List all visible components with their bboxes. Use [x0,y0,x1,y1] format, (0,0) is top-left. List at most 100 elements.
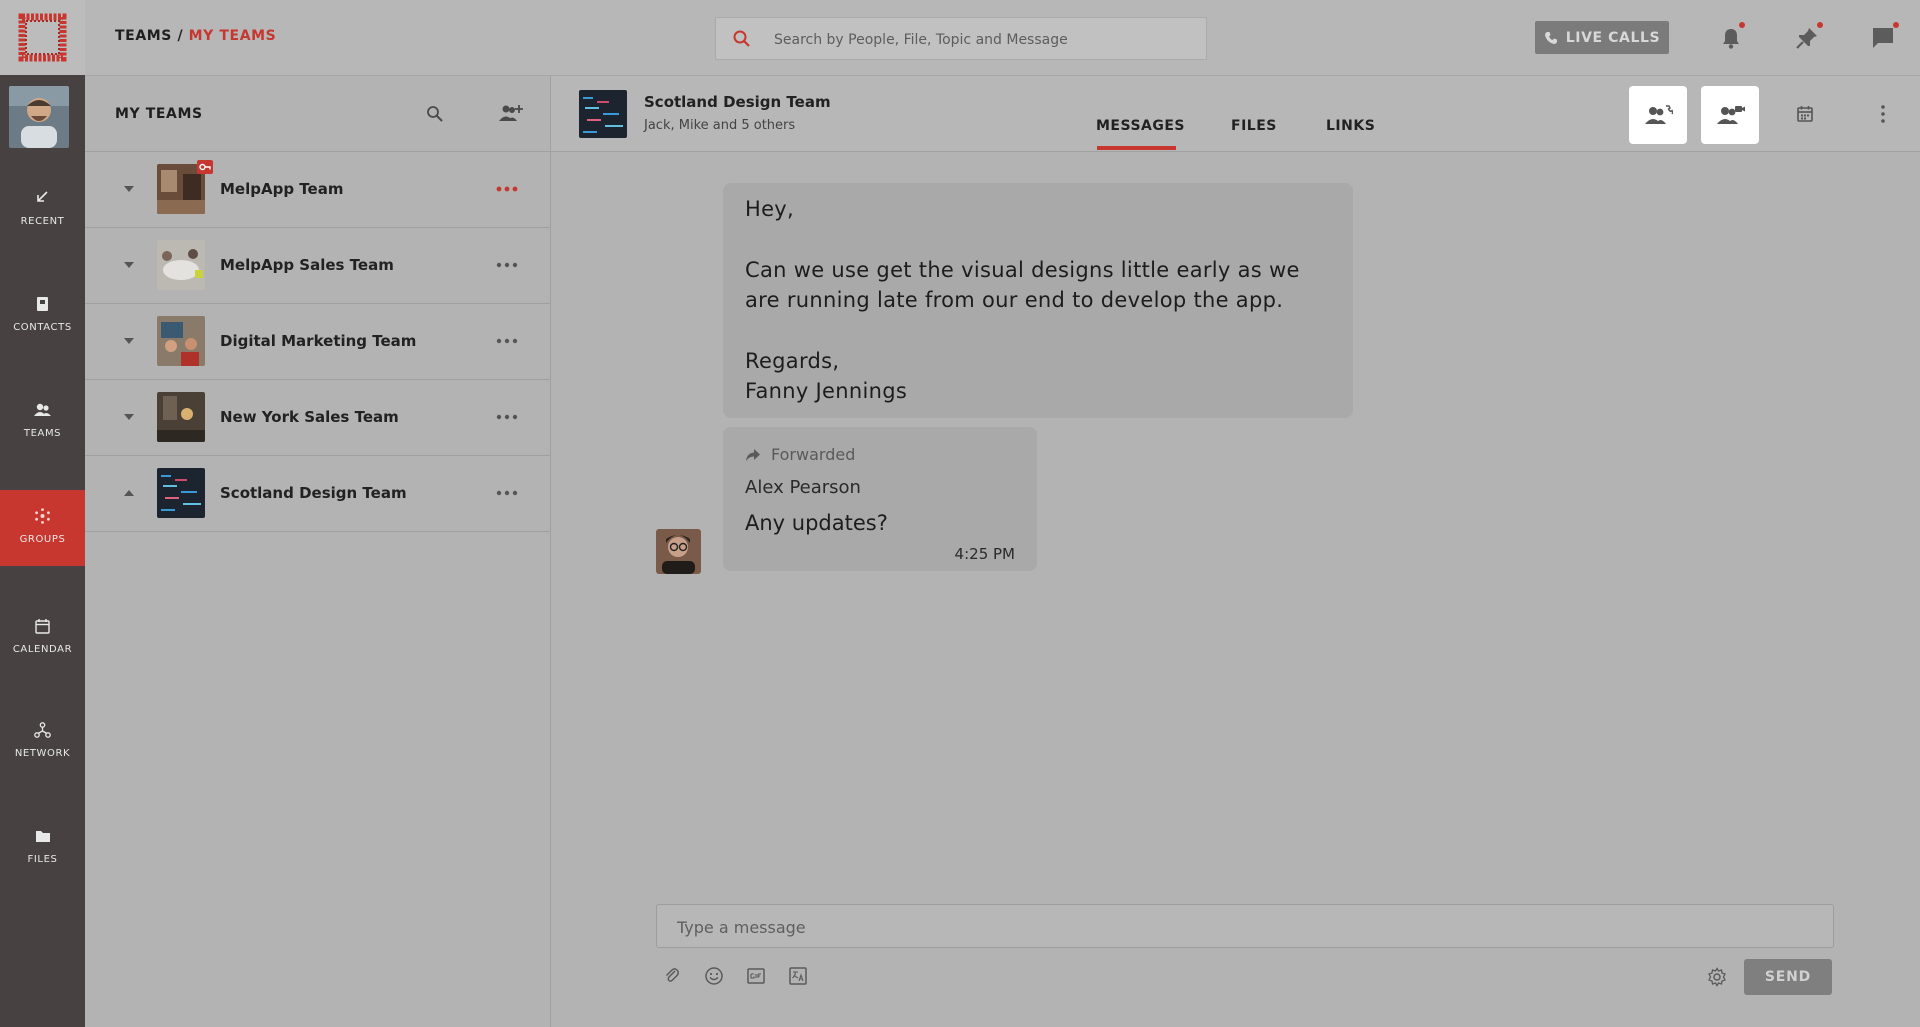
pins-dot [1817,22,1823,28]
team-name: MelpApp Team [220,180,344,198]
attachment-icon[interactable] [662,966,682,986]
send-button[interactable]: SEND [1744,959,1832,995]
chevron-down-icon[interactable] [123,260,135,270]
network-icon [34,722,51,738]
nav-files-label: FILES [27,854,58,865]
team-thumbnail [157,316,205,366]
teams-icon [34,403,51,416]
audio-call-button[interactable] [1629,86,1687,144]
recent-icon [37,191,48,202]
message-line: Can we use get the visual designs little… [745,258,1300,282]
more-options-icon[interactable] [495,180,519,198]
logo-icon [18,13,67,62]
chevron-up-icon[interactable] [123,488,135,498]
active-tab-indicator [1097,146,1176,150]
phone-icon [1544,31,1557,44]
chevron-down-icon[interactable] [123,336,135,346]
nav-teams[interactable]: TEAMS [0,384,85,460]
group-call-icon [1645,105,1673,124]
group-video-icon [1717,106,1745,124]
nav-recent-label: RECENT [20,216,65,227]
kebab-menu-icon[interactable] [1880,104,1886,124]
message-text: Any updates? [745,511,888,535]
emoji-icon[interactable] [704,966,724,986]
tab-messages[interactable]: MESSAGES [1096,118,1185,134]
team-name: Digital Marketing Team [220,332,417,350]
team-row-melpapp-sales-team[interactable]: MelpApp Sales Team [85,228,550,304]
message-author: Alex Pearson [745,477,861,498]
team-row-melpapp-team[interactable]: MelpApp Team [85,152,550,228]
video-call-button[interactable] [1701,86,1759,144]
more-options-icon[interactable] [495,484,519,502]
conversation-members[interactable]: Jack, Mike and 5 others [644,118,795,133]
chevron-down-icon[interactable] [123,412,135,422]
nav-network-label: NETWORK [14,748,71,759]
nav-files[interactable]: FILES [0,810,85,886]
team-row-digital-marketing-team[interactable]: Digital Marketing Team [85,304,550,380]
team-thumbnail [157,392,205,442]
files-icon [36,831,50,842]
translate-icon[interactable] [788,966,808,986]
search-bar[interactable] [715,17,1207,61]
add-team-icon[interactable] [497,103,525,123]
message-line: Fanny Jennings [745,379,908,403]
nav-calendar[interactable]: CALENDAR [0,600,85,676]
gif-icon[interactable] [746,966,766,986]
schedule-calendar-icon[interactable] [1796,105,1814,123]
tab-files[interactable]: FILES [1231,118,1277,134]
live-calls-button[interactable]: LIVE CALLS [1535,21,1669,54]
more-options-icon[interactable] [495,256,519,274]
pins-button[interactable] [1794,22,1823,51]
team-name: MelpApp Sales Team [220,256,394,274]
nav-groups-label: GROUPS [19,534,66,545]
bell-icon [1723,29,1739,49]
conversation-header: Scotland Design Team Jack, Mike and 5 ot… [551,76,1920,152]
breadcrumb: TEAMS / MY TEAMS [115,28,276,44]
breadcrumb-root[interactable]: TEAMS [115,28,172,44]
tab-links[interactable]: LINKS [1326,118,1375,134]
team-thumbnail [157,468,205,518]
message-bubble[interactable]: Hey, Can we use get the visual designs l… [723,183,1353,418]
notifications-button[interactable] [1718,22,1745,51]
message-line: Hey, [745,197,795,221]
forwarded-indicator: Forwarded [745,445,855,464]
left-navigation: RECENT CONTACTS TEAMS GROUPS CALENDAR NE… [0,0,85,1027]
message-line: are running late from our end to develop… [745,288,1284,312]
nav-network[interactable]: NETWORK [0,704,85,780]
app-logo[interactable] [0,0,85,75]
user-avatar[interactable] [9,86,69,148]
breadcrumb-separator: / [171,28,189,44]
contacts-icon [37,297,48,311]
teams-panel-title: MY TEAMS [115,106,203,122]
more-options-icon[interactable] [495,408,519,426]
message-line: Regards, [745,349,840,373]
chevron-down-icon[interactable] [123,184,135,194]
groups-icon [35,508,50,524]
breadcrumb-current: MY TEAMS [188,28,277,44]
calendar-icon [35,619,50,634]
team-row-scotland-design-team[interactable]: Scotland Design Team [85,456,550,532]
settings-gear-icon[interactable] [1707,967,1727,987]
team-name: Scotland Design Team [220,484,407,502]
teams-panel-header: MY TEAMS [85,76,550,152]
nav-groups[interactable]: GROUPS [0,490,85,566]
message-input[interactable] [675,905,1819,949]
forwarded-label: Forwarded [771,445,856,464]
team-thumbnail [157,240,205,290]
sender-avatar[interactable] [656,529,701,574]
chat-button[interactable] [1870,22,1899,51]
teams-panel: MY TEAMS MelpApp Team MelpApp Sales Team… [85,76,551,1027]
forwarded-message-bubble[interactable]: Forwarded Alex Pearson Any updates? 4:25… [723,427,1037,571]
message-composer[interactable] [656,904,1834,949]
notification-dot [1739,22,1745,28]
live-calls-label: LIVE CALLS [1565,29,1661,46]
more-options-icon[interactable] [495,332,519,350]
chat-dot [1893,22,1899,28]
nav-recent[interactable]: RECENT [0,172,85,248]
nav-calendar-label: CALENDAR [12,644,73,655]
search-input[interactable] [772,18,1196,61]
team-row-new-york-sales-team[interactable]: New York Sales Team [85,380,550,456]
nav-contacts[interactable]: CONTACTS [0,278,85,354]
pin-icon [1796,28,1817,49]
teams-search-icon[interactable] [426,105,444,123]
